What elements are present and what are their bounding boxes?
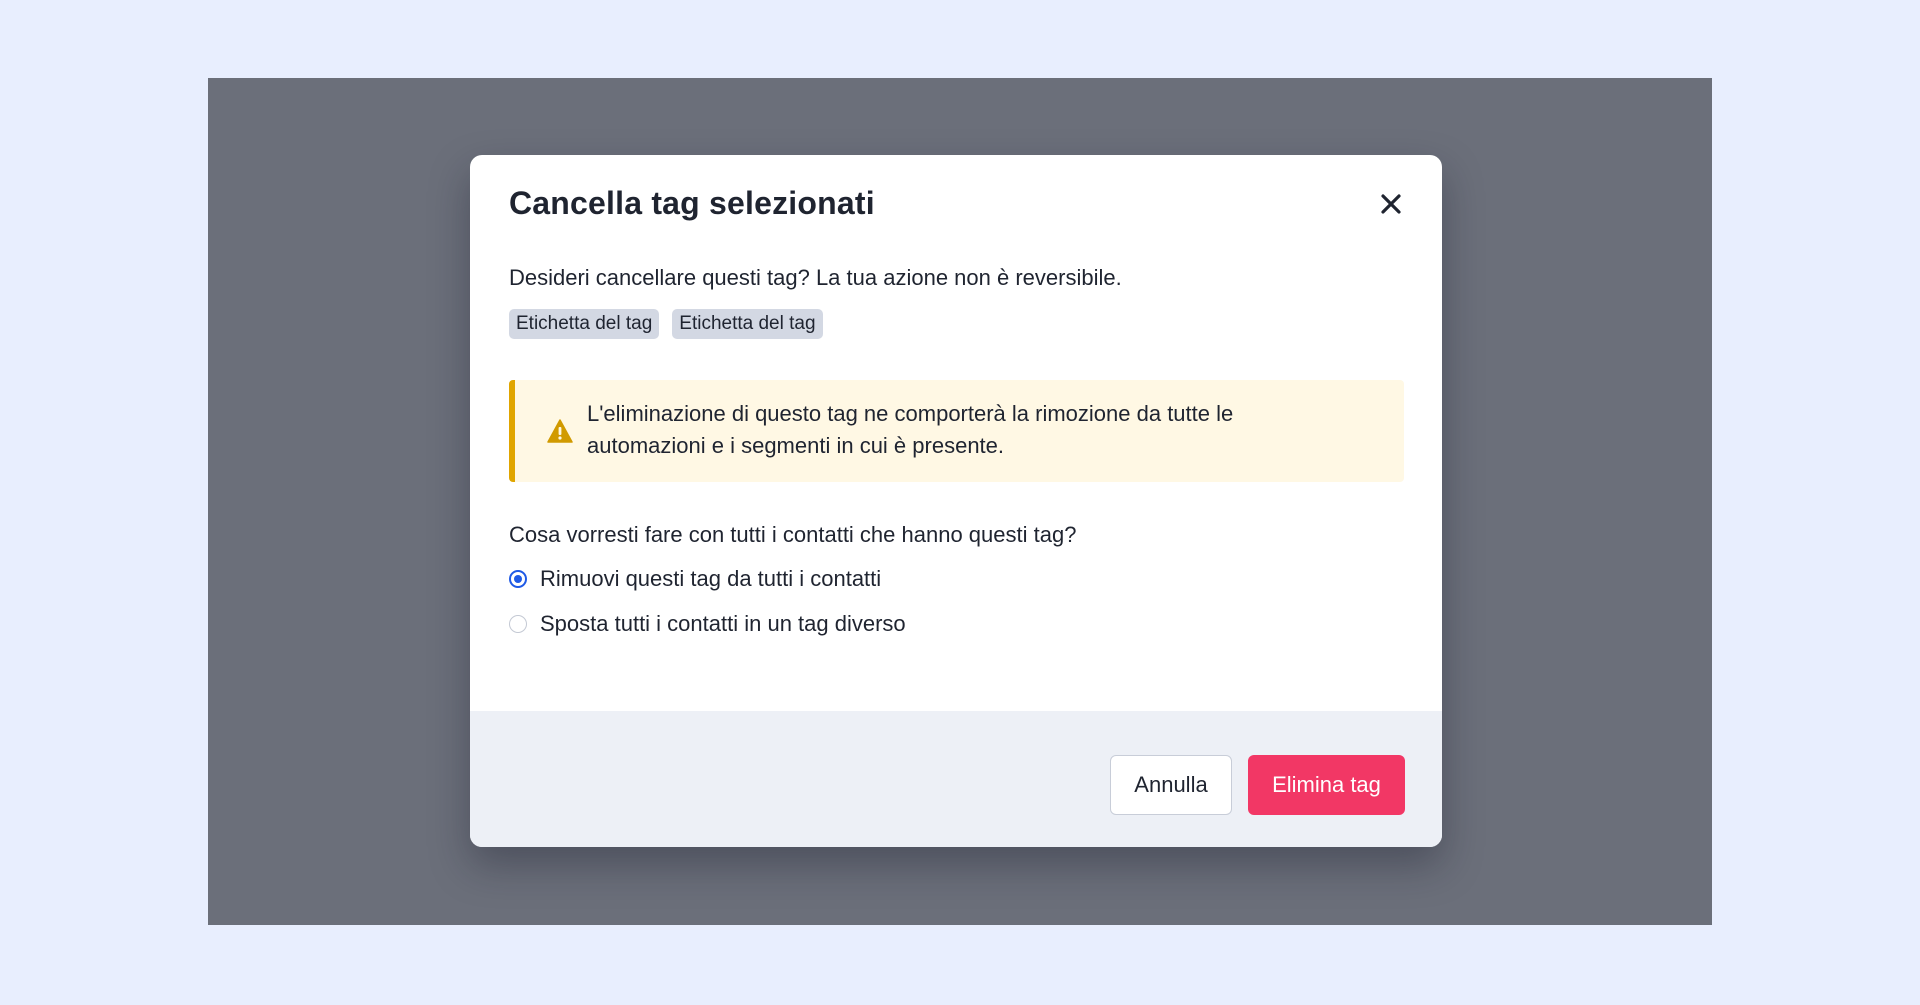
warning-alert: L'eliminazione di questo tag ne comporte…: [509, 380, 1404, 482]
tag-chip: Etichetta del tag: [672, 309, 823, 339]
close-icon: [1381, 194, 1401, 214]
selected-tags-list: Etichetta del tag Etichetta del tag: [509, 309, 823, 339]
close-button[interactable]: [1376, 189, 1406, 219]
tag-chip: Etichetta del tag: [509, 309, 660, 339]
radio-remove-tags[interactable]: [509, 570, 527, 588]
delete-tags-dialog: Cancella tag selezionati Desideri cancel…: [470, 155, 1442, 847]
contacts-question: Cosa vorresti fare con tutti i contatti …: [509, 522, 1077, 547]
option-label: Rimuovi questi tag da tutti i contatti: [540, 566, 882, 591]
warning-text: L'eliminazione di questo tag ne comporte…: [587, 401, 1234, 458]
option-remove-tags[interactable]: Rimuovi questi tag da tutti i contatti: [509, 566, 881, 592]
delete-tags-button[interactable]: Elimina tag: [1248, 755, 1405, 815]
dialog-title: Cancella tag selezionati: [509, 185, 875, 221]
option-label: Sposta tutti i contatti in un tag divers…: [540, 611, 906, 636]
dialog-footer: Annulla Elimina tag: [470, 711, 1442, 847]
warning-triangle-icon: [547, 419, 573, 443]
dialog-description: Desideri cancellare questi tag? La tua a…: [509, 265, 1122, 290]
cancel-button[interactable]: Annulla: [1110, 755, 1232, 815]
option-move-contacts[interactable]: Sposta tutti i contatti in un tag divers…: [509, 611, 906, 637]
radio-move-contacts[interactable]: [509, 615, 527, 633]
